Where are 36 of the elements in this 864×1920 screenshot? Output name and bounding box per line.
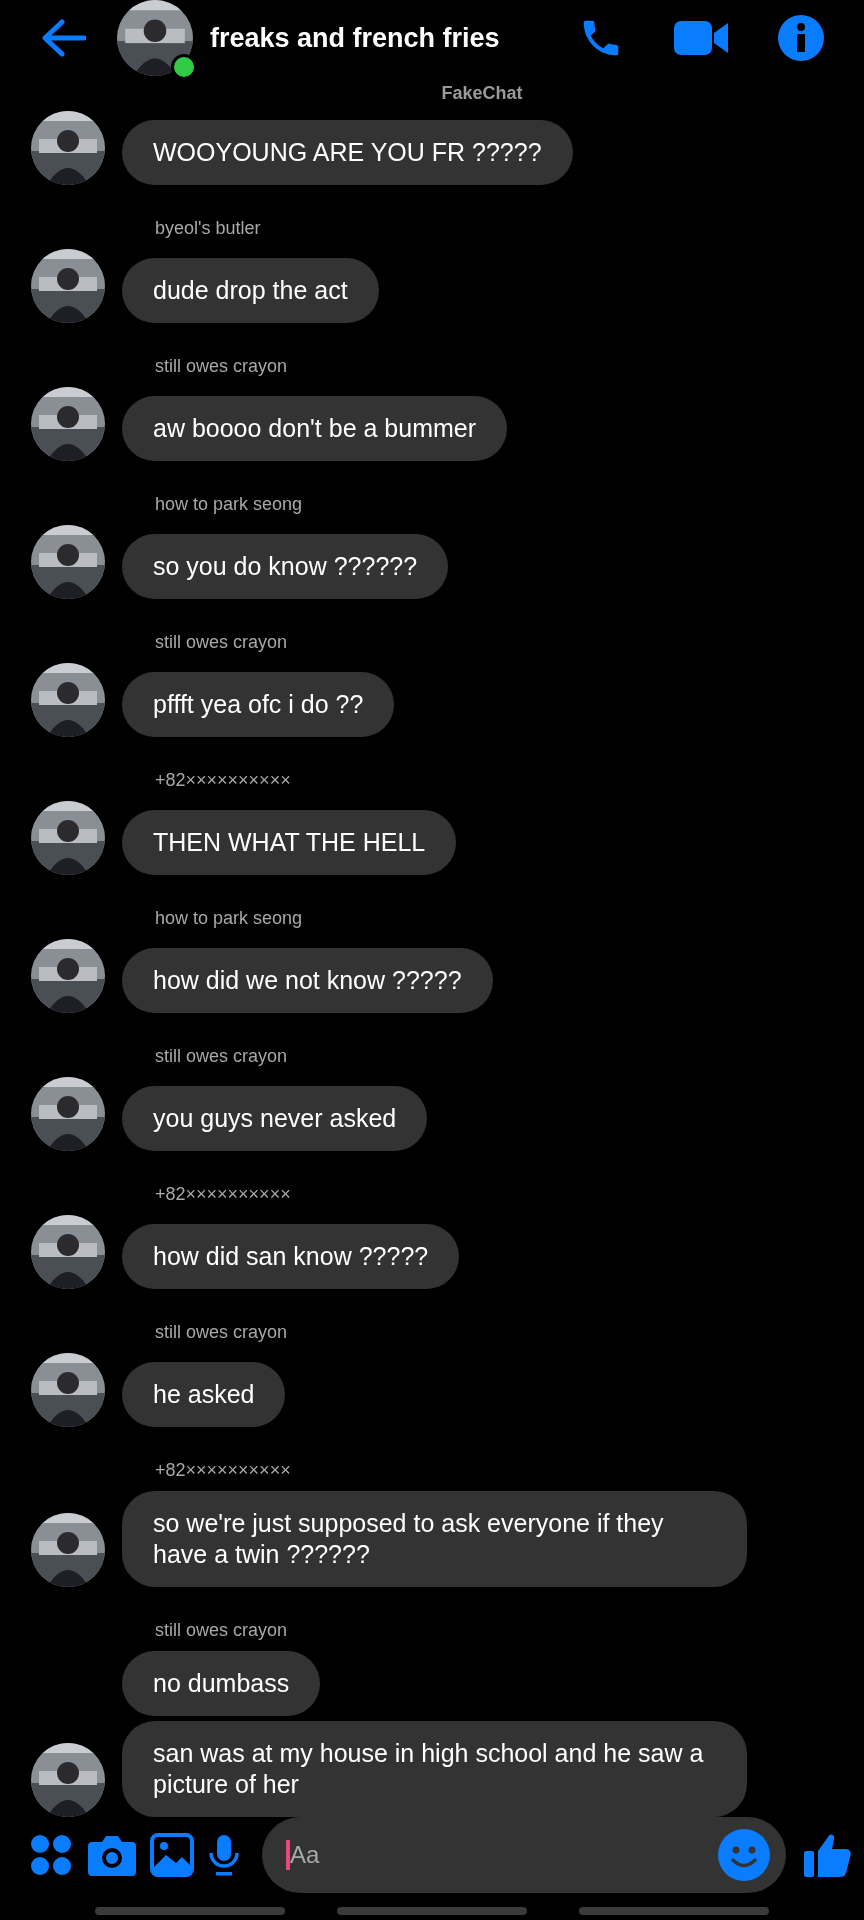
- message-bubble: he asked: [122, 1362, 286, 1427]
- info-icon[interactable]: [778, 15, 824, 61]
- message-bubble: so we're just supposed to ask everyone if they have a twin ??????: [122, 1491, 747, 1587]
- watermark-label: FakeChat: [441, 82, 523, 105]
- message-bubble: you guys never asked: [122, 1086, 428, 1151]
- sender-name: how to park seong: [155, 907, 304, 929]
- back-arrow-icon[interactable]: [40, 18, 86, 58]
- message-bubble: WOOYOUNG ARE YOU FR ?????: [122, 120, 573, 185]
- sender-name: byeol's butler: [155, 217, 262, 239]
- microphone-icon[interactable]: [208, 1833, 240, 1877]
- message-bubble: how did we not know ?????: [122, 948, 493, 1013]
- sender-name: how to park seong: [155, 493, 304, 515]
- apps-icon[interactable]: [30, 1834, 72, 1876]
- message-bubble: san was at my house in high school and he saw a picture of her: [122, 1721, 747, 1817]
- message-bubble: dude drop the act: [122, 258, 379, 323]
- camera-icon[interactable]: [88, 1834, 136, 1876]
- message-bubble: pffft yea ofc i do ??: [122, 672, 395, 737]
- emoji-icon[interactable]: [718, 1829, 770, 1881]
- sender-name: still owes crayon: [155, 1321, 289, 1343]
- message-bubble: THEN WHAT THE HELL: [122, 810, 457, 875]
- text-cursor-icon: [286, 1840, 290, 1870]
- message-bubble: so you do know ??????: [122, 534, 449, 599]
- chat-title: freaks and french fries: [210, 21, 500, 55]
- message-bubble: how did san know ?????: [122, 1224, 460, 1289]
- message-bubble: aw boooo don't be a bummer: [122, 396, 508, 461]
- sender-name: still owes crayon: [155, 1045, 289, 1067]
- image-icon[interactable]: [150, 1833, 194, 1877]
- message-bubble: no dumbass: [122, 1651, 321, 1716]
- sender-name: +82××××××××××: [155, 769, 292, 791]
- sender-name: +82××××××××××: [155, 1183, 292, 1205]
- video-camera-icon[interactable]: [674, 19, 728, 57]
- sender-name: still owes crayon: [155, 631, 289, 653]
- sender-name: still owes crayon: [155, 1619, 289, 1641]
- sender-name: still owes crayon: [155, 355, 289, 377]
- message-input-field[interactable]: Aa: [262, 1817, 786, 1893]
- sender-name: +82××××××××××: [155, 1459, 292, 1481]
